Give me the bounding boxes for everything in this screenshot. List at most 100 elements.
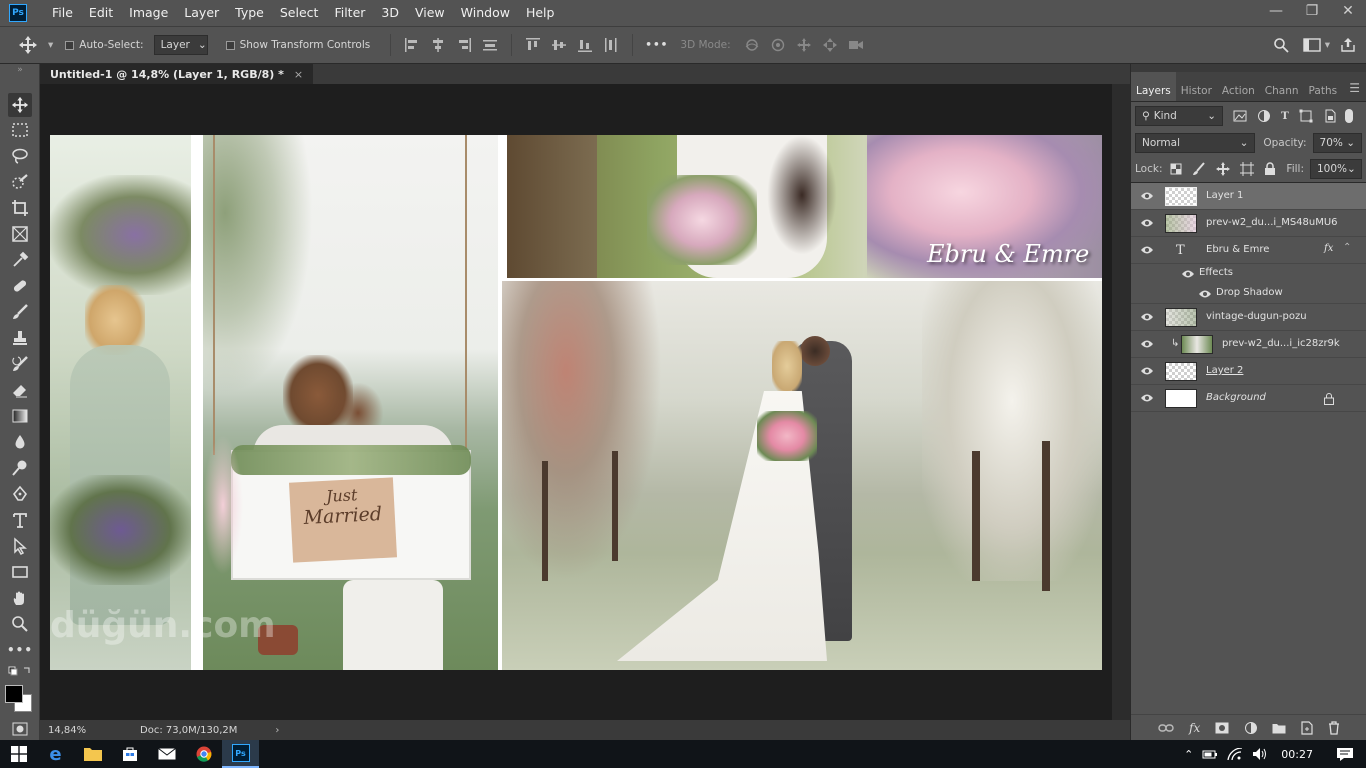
tab-channels[interactable]: Chann [1260, 71, 1304, 101]
align-right-icon[interactable] [456, 37, 472, 53]
menu-select[interactable]: Select [272, 0, 327, 26]
visibility-eye-icon[interactable] [1140, 393, 1154, 403]
hand-tool[interactable] [8, 586, 32, 610]
fx-icon[interactable]: fx [1324, 243, 1333, 254]
gradient-tool[interactable] [8, 404, 32, 428]
filter-pixel-icon[interactable] [1233, 109, 1247, 123]
filter-smart-object-icon[interactable] [1323, 109, 1337, 123]
workspace-dropdown-arrow-icon[interactable]: ▾ [1325, 39, 1330, 51]
visibility-eye-icon[interactable] [1181, 269, 1195, 279]
zoom-tool[interactable] [8, 612, 32, 636]
blur-tool[interactable] [8, 430, 32, 454]
type-tool[interactable] [8, 508, 32, 532]
visibility-eye-icon[interactable] [1140, 218, 1154, 228]
visibility-eye-icon[interactable] [1198, 289, 1212, 299]
link-layers-icon[interactable] [1158, 723, 1175, 733]
rectangle-tool[interactable] [8, 560, 32, 584]
tray-expand-icon[interactable]: ⌃ [1184, 748, 1193, 761]
3d-slide-icon[interactable] [822, 37, 838, 53]
menu-layer[interactable]: Layer [176, 0, 227, 26]
lock-transparent-icon[interactable] [1170, 163, 1182, 175]
pen-tool[interactable] [8, 482, 32, 506]
effects-row[interactable]: Effects [1131, 264, 1366, 284]
chrome-icon[interactable] [185, 740, 222, 768]
auto-select-dropdown[interactable]: Layer ⌄ [153, 35, 208, 55]
filter-adjustment-icon[interactable] [1257, 109, 1271, 123]
file-explorer-icon[interactable] [74, 740, 111, 768]
menu-file[interactable]: File [44, 0, 81, 26]
frame-tool[interactable] [8, 222, 32, 246]
edit-toolbar-icon[interactable]: ••• [7, 638, 32, 662]
layer-row[interactable]: ↳ prev-w2_du...i_ic28zr9k [1131, 331, 1366, 358]
new-group-icon[interactable] [1272, 722, 1286, 734]
collapse-toolbar-icon[interactable]: » [8, 64, 32, 76]
align-center-icon[interactable] [430, 37, 446, 53]
menu-help[interactable]: Help [518, 0, 563, 26]
tab-actions[interactable]: Action [1217, 71, 1260, 101]
3d-pan-icon[interactable] [796, 37, 812, 53]
visibility-eye-icon[interactable] [1140, 366, 1154, 376]
delete-layer-icon[interactable] [1328, 720, 1340, 735]
filter-shape-icon[interactable] [1299, 109, 1313, 123]
windows-start-icon[interactable] [0, 740, 37, 768]
store-icon[interactable] [111, 740, 148, 768]
history-brush-tool[interactable] [8, 352, 32, 376]
visibility-eye-icon[interactable] [1140, 339, 1154, 349]
new-layer-icon[interactable] [1301, 720, 1313, 735]
move-tool-preset-icon[interactable] [18, 35, 44, 55]
clock-time[interactable]: 00:27 [1281, 748, 1313, 761]
eyedropper-tool[interactable] [8, 248, 32, 272]
add-layer-style-icon[interactable]: fx [1189, 721, 1200, 735]
filter-toggle[interactable] [1344, 108, 1353, 123]
panel-menu-icon[interactable]: ☰ [1343, 81, 1366, 101]
align-top-icon[interactable] [525, 37, 541, 53]
3d-camera-icon[interactable] [848, 37, 864, 53]
share-icon[interactable] [1340, 37, 1356, 53]
menu-window[interactable]: Window [453, 0, 518, 26]
filter-type-icon[interactable]: T [1281, 110, 1289, 122]
clone-stamp-tool[interactable] [8, 326, 32, 350]
auto-select-checkbox[interactable] [65, 40, 75, 50]
restore-icon[interactable]: ❐ [1294, 0, 1330, 22]
layer-row[interactable]: Background [1131, 385, 1366, 412]
photoshop-logo[interactable]: Ps [9, 4, 27, 22]
move-tool[interactable] [8, 93, 32, 117]
marquee-tool[interactable] [8, 118, 32, 142]
align-bottom-icon[interactable] [577, 37, 593, 53]
add-mask-icon[interactable] [1215, 722, 1229, 734]
menu-edit[interactable]: Edit [81, 0, 121, 26]
menu-filter[interactable]: Filter [326, 0, 373, 26]
foreground-color-swatch[interactable] [5, 685, 23, 703]
new-adjustment-layer-icon[interactable] [1244, 721, 1258, 735]
volume-icon[interactable] [1252, 747, 1268, 761]
quick-mask-icon[interactable] [8, 720, 32, 738]
photoshop-taskbar-icon[interactable]: Ps [222, 740, 259, 768]
zoom-level[interactable]: 14,84% [48, 725, 128, 736]
document-tab[interactable]: Untitled-1 @ 14,8% (Layer 1, RGB/8) * × [40, 64, 314, 84]
filter-kind-dropdown[interactable]: ⚲ Kind ⌄ [1135, 105, 1223, 126]
preset-dropdown-arrow-icon[interactable]: ▾ [48, 39, 53, 51]
crop-tool[interactable] [8, 196, 32, 220]
opacity-field[interactable]: 70% ⌄ [1312, 132, 1362, 153]
lock-image-icon[interactable] [1192, 162, 1206, 176]
healing-brush-tool[interactable] [8, 274, 32, 298]
menu-3d[interactable]: 3D [373, 0, 407, 26]
brush-tool[interactable] [8, 300, 32, 324]
layer-row[interactable]: vintage-dugun-pozu [1131, 304, 1366, 331]
collapse-effects-icon[interactable]: ⌃ [1343, 242, 1351, 253]
visibility-eye-icon[interactable] [1140, 245, 1154, 255]
close-icon[interactable]: ✕ [1330, 0, 1366, 22]
tab-layers[interactable]: Layers [1131, 71, 1176, 101]
minimize-icon[interactable]: — [1258, 0, 1294, 22]
layer-row[interactable]: Layer 1 [1131, 183, 1366, 210]
tab-paths[interactable]: Paths [1304, 71, 1343, 101]
3d-roll-icon[interactable] [770, 37, 786, 53]
swap-colors-icon[interactable] [8, 664, 32, 680]
effect-row[interactable]: Drop Shadow [1131, 284, 1366, 304]
lasso-tool[interactable] [8, 144, 32, 168]
vertical-scrollbar[interactable] [1112, 84, 1130, 720]
layer-row[interactable]: Layer 2 [1131, 358, 1366, 385]
visibility-eye-icon[interactable] [1140, 191, 1154, 201]
lock-position-icon[interactable] [1216, 162, 1231, 176]
align-middle-icon[interactable] [551, 37, 567, 53]
